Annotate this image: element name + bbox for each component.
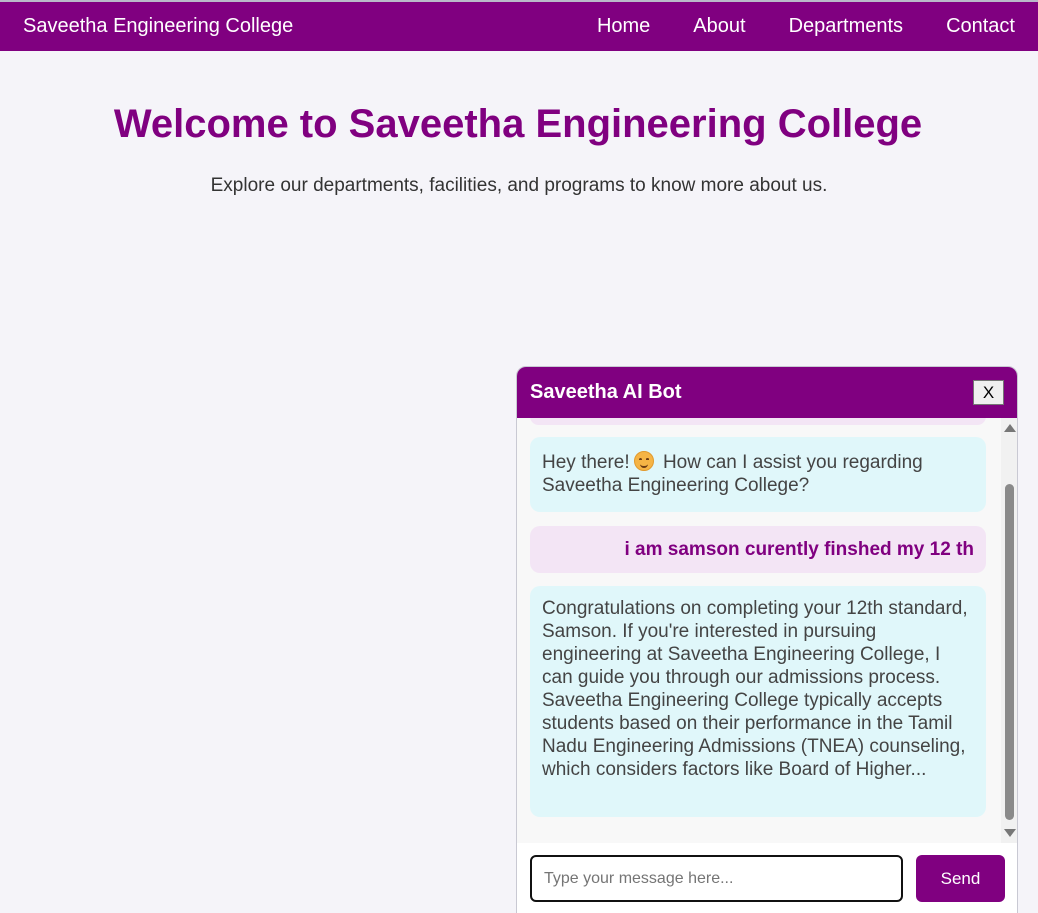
chatbot-header: Saveetha AI Bot X — [517, 367, 1017, 418]
nav-link-contact[interactable]: Contact — [946, 15, 1015, 38]
chat-input-area: Send — [517, 843, 1017, 913]
chat-message-partial — [530, 418, 986, 425]
chatbot-close-button[interactable]: X — [973, 380, 1004, 405]
top-navbar: Saveetha Engineering College Home About … — [0, 0, 1038, 51]
chat-message-input[interactable] — [530, 855, 903, 902]
smiling-face-emoji-icon — [633, 451, 654, 471]
nav-link-about[interactable]: About — [693, 15, 745, 38]
chat-message-user: i am samson curently finshed my 12 th — [530, 526, 986, 573]
page-subtitle: Explore our departments, facilities, and… — [210, 175, 828, 196]
scroll-up-arrow-icon[interactable] — [1004, 424, 1016, 432]
chat-messages[interactable]: Hey there! How can I assist you regardin… — [517, 418, 1017, 843]
chat-scrollbar[interactable] — [1001, 418, 1017, 843]
scrollbar-thumb[interactable] — [1005, 484, 1014, 820]
chatbot-title: Saveetha AI Bot — [530, 381, 682, 403]
nav-links: Home About Departments Contact — [554, 15, 1015, 38]
brand-name[interactable]: Saveetha Engineering College — [23, 15, 293, 38]
send-button[interactable]: Send — [916, 855, 1005, 902]
nav-link-home[interactable]: Home — [597, 15, 650, 38]
page-title: Welcome to Saveetha Engineering College — [113, 102, 923, 146]
chat-message-bot: Congratulations on completing your 12th … — [530, 586, 986, 817]
scroll-down-arrow-icon[interactable] — [1004, 829, 1016, 837]
chat-message-bot: Hey there! How can I assist you regardin… — [530, 437, 986, 512]
chat-message-text: Hey there! — [542, 452, 630, 473]
nav-link-departments[interactable]: Departments — [789, 15, 904, 38]
chatbot-window: Saveetha AI Bot X Hey there! How can I a… — [516, 366, 1018, 913]
